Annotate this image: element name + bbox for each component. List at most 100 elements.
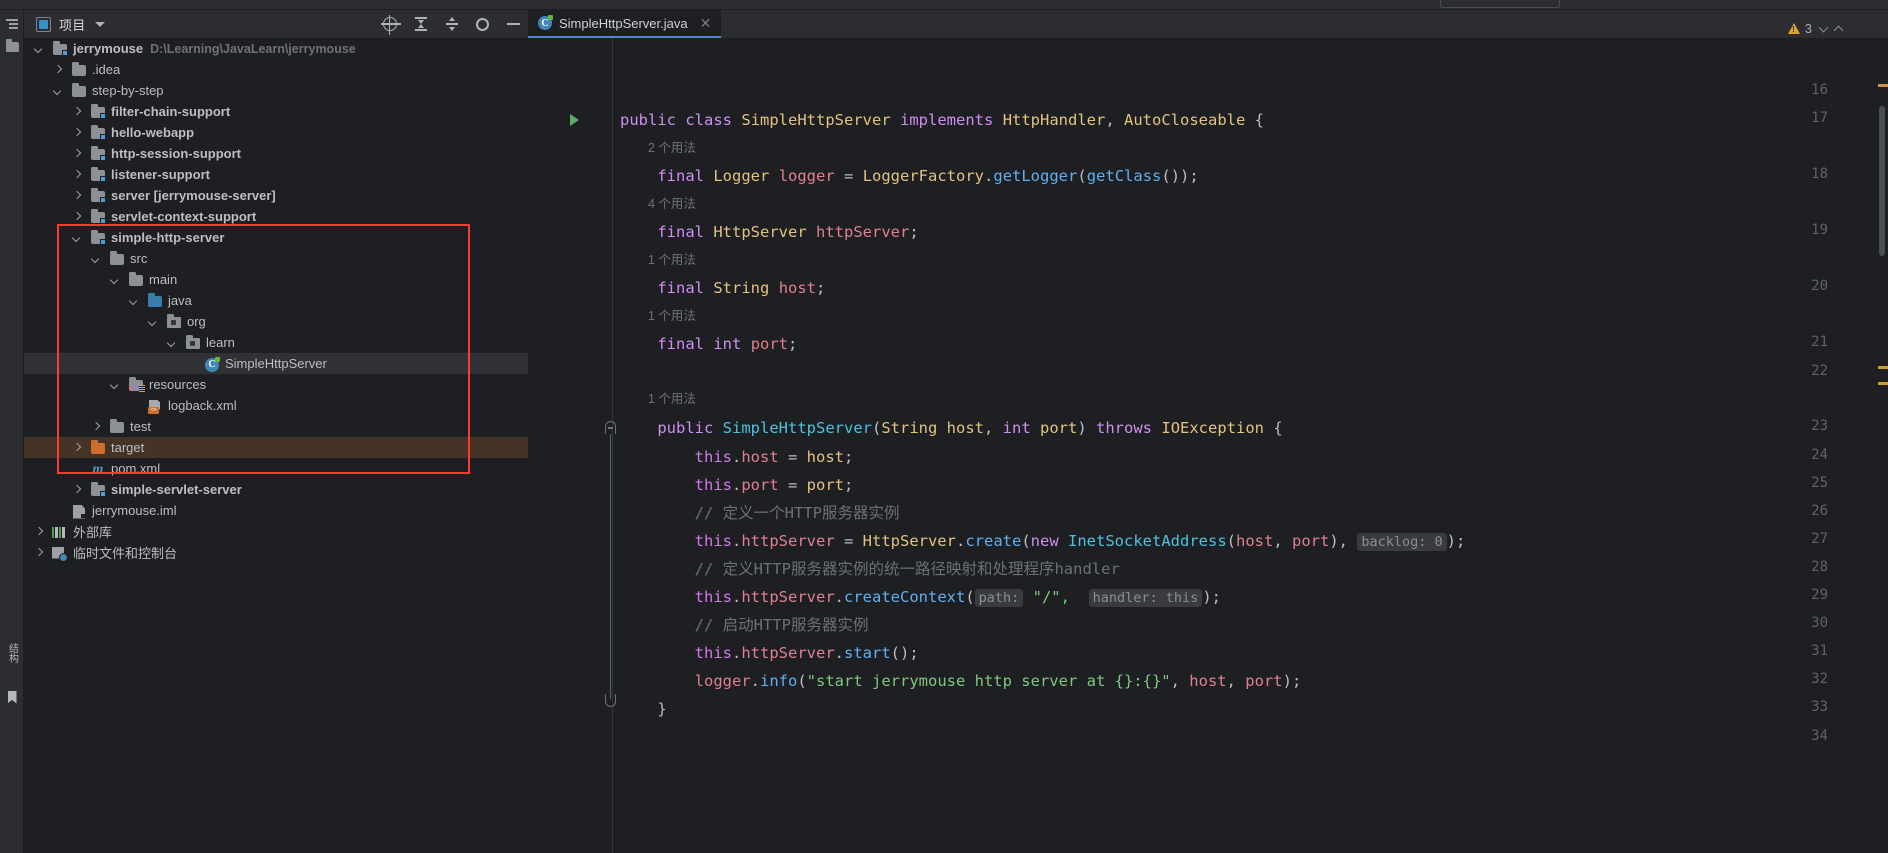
- code-line[interactable]: // 定义一个HTTP服务器实例: [620, 503, 900, 523]
- tree-node-target[interactable]: target: [24, 437, 528, 458]
- code-line[interactable]: final int port;: [620, 334, 797, 354]
- tree-node-simple-http-server[interactable]: simple-http-server: [24, 227, 528, 248]
- tree-node-jerrymouse-iml[interactable]: jerrymouse.iml: [24, 500, 528, 521]
- chevron-right-icon[interactable]: [34, 526, 45, 537]
- inspection-widget[interactable]: 3: [1787, 21, 1844, 36]
- chevron-down-icon[interactable]: [167, 337, 178, 348]
- usage-hint[interactable]: 2 个用法: [648, 140, 696, 157]
- code-line[interactable]: public class SimpleHttpServer implements…: [620, 110, 1264, 130]
- marker-stripe[interactable]: [1878, 366, 1888, 369]
- code-line[interactable]: this.httpServer.start();: [620, 643, 919, 663]
- chevron-right-icon[interactable]: [72, 169, 83, 180]
- tree-node-src[interactable]: src: [24, 248, 528, 269]
- run-configuration-selector[interactable]: [1440, 0, 1560, 8]
- settings-gear-icon[interactable]: [474, 16, 491, 33]
- code-line[interactable]: final HttpServer httpServer;: [620, 222, 918, 242]
- tree-node-filter-chain-support[interactable]: filter-chain-support: [24, 101, 528, 122]
- code-line[interactable]: this.port = port;: [620, 475, 854, 495]
- editor-gutter[interactable]: [528, 38, 628, 853]
- vertical-scrollbar-thumb[interactable]: [1879, 106, 1885, 256]
- code-token: final: [657, 223, 704, 241]
- tree-node-logback-xml[interactable]: <> logback.xml: [24, 395, 528, 416]
- code-line[interactable]: // 启动HTTP服务器实例: [620, 615, 869, 635]
- chevron-down-icon[interactable]: [110, 379, 121, 390]
- fold-end-icon[interactable]: [605, 694, 616, 707]
- tree-node-hello-webapp[interactable]: hello-webapp: [24, 122, 528, 143]
- structure-tool-label[interactable]: 结构: [3, 630, 21, 676]
- code-token: ,: [1273, 532, 1292, 550]
- usage-hint[interactable]: 1 个用法: [648, 308, 696, 325]
- chevron-down-icon[interactable]: [110, 274, 121, 285]
- parameter-hint[interactable]: handler: this: [1088, 589, 1203, 607]
- code-line[interactable]: this.host = host;: [620, 447, 854, 467]
- marker-stripe[interactable]: [1878, 84, 1888, 87]
- chevron-down-icon[interactable]: [95, 21, 106, 27]
- tree-node-resources[interactable]: resources: [24, 374, 528, 395]
- marker-stripe[interactable]: [1878, 382, 1888, 385]
- tree-node-外部库[interactable]: 外部库: [24, 521, 528, 542]
- tab-simplehttpserver[interactable]: C SimpleHttpServer.java ✕: [528, 10, 722, 38]
- usage-hint[interactable]: 4 个用法: [648, 196, 696, 213]
- chevron-right-icon[interactable]: [53, 64, 64, 75]
- project-tool-icon[interactable]: [3, 16, 21, 34]
- code-canvas[interactable]: 16 17 public class SimpleHttpServer implem…: [528, 38, 1888, 853]
- code-line[interactable]: logger.info("start jerrymouse http serve…: [620, 671, 1302, 691]
- code-line[interactable]: // 定义HTTP服务器实例的统一路径映射和处理程序handler: [620, 559, 1120, 579]
- chevron-right-icon[interactable]: [72, 106, 83, 117]
- tree-node-step-by-step[interactable]: step-by-step: [24, 80, 528, 101]
- run-gutter-icon[interactable]: [570, 114, 579, 126]
- chevron-right-icon[interactable]: [72, 190, 83, 201]
- chevron-right-icon[interactable]: [34, 547, 45, 558]
- tree-node-learn[interactable]: learn: [24, 332, 528, 353]
- chevron-right-icon[interactable]: [72, 442, 83, 453]
- code-line[interactable]: }: [620, 699, 666, 719]
- tree-node-test[interactable]: test: [24, 416, 528, 437]
- collapse-all-icon[interactable]: [443, 16, 460, 33]
- tree-node-simplehttpserver[interactable]: C SimpleHttpServer: [24, 353, 528, 374]
- chevron-down-icon[interactable]: [53, 85, 64, 96]
- tree-node-jerrymouse[interactable]: jerrymouse D:\Learning\JavaLearn\jerrymou…: [24, 38, 528, 59]
- chevron-right-icon[interactable]: [72, 211, 83, 222]
- code-line[interactable]: public SimpleHttpServer(String host, int…: [620, 418, 1282, 438]
- code-line[interactable]: final Logger logger = LoggerFactory.getL…: [620, 166, 1198, 186]
- tree-node-org[interactable]: org: [24, 311, 528, 332]
- close-icon[interactable]: ✕: [700, 16, 712, 30]
- usage-hint[interactable]: 1 个用法: [648, 252, 696, 269]
- tree-node-listener-support[interactable]: listener-support: [24, 164, 528, 185]
- code-line[interactable]: final String host;: [620, 278, 825, 298]
- tree-node-server-jerrymouse-server-[interactable]: server [jerrymouse-server]: [24, 185, 528, 206]
- tree-node-servlet-context-support[interactable]: servlet-context-support: [24, 206, 528, 227]
- code-line[interactable]: this.httpServer = HttpServer.create(new …: [620, 531, 1465, 552]
- chevron-down-icon[interactable]: [72, 232, 83, 243]
- chevron-down-icon[interactable]: [91, 253, 102, 264]
- chevron-down-icon[interactable]: [148, 316, 159, 327]
- tree-node-main[interactable]: main: [24, 269, 528, 290]
- bookmark-icon[interactable]: [3, 688, 21, 706]
- chevron-down-icon[interactable]: [1818, 22, 1829, 32]
- expand-all-icon[interactable]: [412, 16, 429, 33]
- chevron-down-icon[interactable]: [34, 43, 45, 54]
- tree-node-临时文件和控制台[interactable]: 临时文件和控制台: [24, 542, 528, 563]
- chevron-right-icon[interactable]: [91, 421, 102, 432]
- hide-panel-icon[interactable]: [505, 16, 522, 33]
- chevron-right-icon[interactable]: [72, 127, 83, 138]
- chevron-up-icon[interactable]: [1833, 25, 1844, 35]
- tree-node-java[interactable]: java: [24, 290, 528, 311]
- chevron-down-icon[interactable]: [129, 295, 140, 306]
- code-line[interactable]: this.httpServer.createContext(path: "/",…: [620, 587, 1221, 608]
- marker-scrollbar[interactable]: [1874, 66, 1888, 853]
- tree-node-pom-xml[interactable]: m pom.xml: [24, 458, 528, 479]
- tree-node-http-session-support[interactable]: http-session-support: [24, 143, 528, 164]
- locate-icon[interactable]: [380, 15, 401, 35]
- chevron-right-icon[interactable]: [72, 484, 83, 495]
- folder-tool-icon[interactable]: [3, 38, 21, 56]
- tree-node-simple-servlet-server[interactable]: simple-servlet-server: [24, 479, 528, 500]
- parameter-hint[interactable]: path:: [974, 589, 1024, 607]
- usage-hint[interactable]: 1 个用法: [648, 391, 696, 408]
- code-token: HttpServer: [713, 223, 807, 241]
- tree-node--idea[interactable]: .idea: [24, 59, 528, 80]
- parameter-hint[interactable]: backlog: 0: [1357, 533, 1447, 551]
- chevron-right-icon[interactable]: [72, 148, 83, 159]
- fold-collapse-icon[interactable]: [605, 421, 616, 434]
